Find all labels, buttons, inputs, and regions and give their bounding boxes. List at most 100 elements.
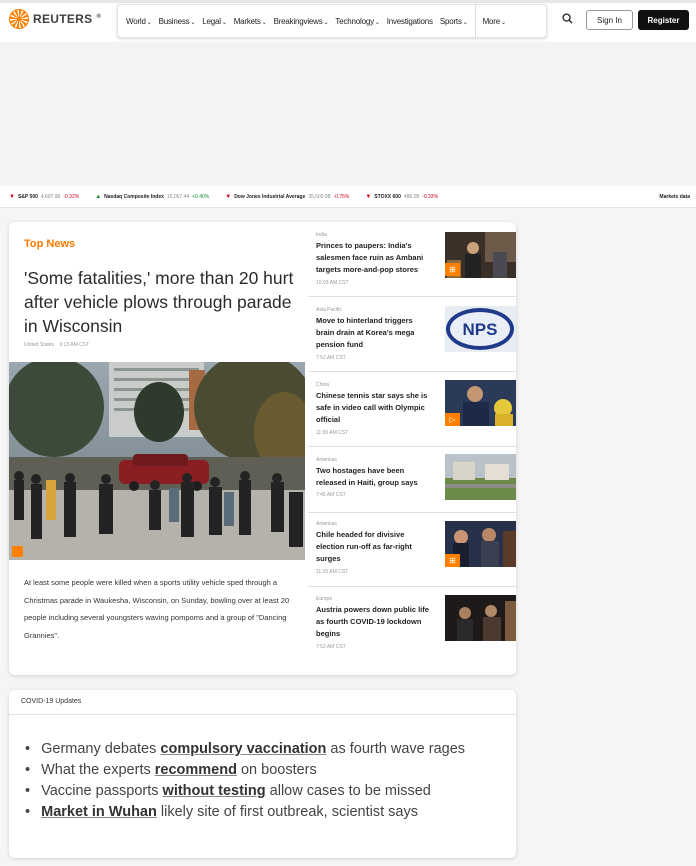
- ticker-item-stoxx600[interactable]: ▼ STOXX 600 486.08 -0.33%: [365, 194, 438, 200]
- item-text: likely site of first outbreak, scientist…: [156, 804, 418, 820]
- ticker-name: Dow Jones Industrial Average: [234, 193, 306, 200]
- item-text: allow cases to be missed: [265, 783, 431, 799]
- item-link[interactable]: without testing: [163, 783, 266, 799]
- nav-label: Sports: [439, 16, 462, 26]
- lead-photo[interactable]: [9, 362, 305, 560]
- nav-item-technology[interactable]: Technology⌄: [335, 16, 380, 26]
- story-headline[interactable]: Princes to paupers: India's salesmen fac…: [316, 240, 432, 276]
- markets-data-link[interactable]: Markets data: [659, 194, 690, 200]
- gallery-badge-icon: [12, 546, 23, 557]
- nav-label: Technology: [335, 16, 374, 26]
- ticker-value: 486.08: [403, 193, 420, 200]
- list-item[interactable]: China Chinese tennis star says she is sa…: [308, 372, 516, 447]
- story-headline[interactable]: Austria powers down public life as fourt…: [316, 604, 432, 640]
- item-text: as fourth wave rages: [326, 741, 466, 757]
- nav-label: Business: [158, 16, 190, 26]
- story-category[interactable]: Asia Pacific: [316, 307, 342, 313]
- story-headline[interactable]: Move to hinterland triggers brain drain …: [316, 315, 432, 351]
- story-thumbnail[interactable]: NPS: [445, 306, 516, 352]
- chevron-down-icon: ⌄: [221, 19, 227, 26]
- item-text: Vaccine passports: [41, 783, 163, 799]
- arrow-down-icon: ▼: [9, 193, 15, 200]
- list-item[interactable]: Americas Chile headed for divisive elect…: [308, 513, 516, 587]
- ticker-item-nasdaq[interactable]: ▲ Nasdaq Composite Index 16,057.44 +0.40…: [95, 194, 209, 200]
- lead-story[interactable]: Top News 'Some fatalities,' more than 20…: [9, 222, 305, 675]
- story-thumbnail[interactable]: [445, 595, 516, 641]
- ticker-change: +0.40%: [192, 193, 210, 200]
- top-header: REUTERS ® World⌄ Business⌄ Legal⌄ Markets…: [0, 0, 696, 42]
- list-item[interactable]: India Princes to paupers: India's salesm…: [308, 222, 516, 297]
- list-item[interactable]: Americas Two hostages have been released…: [308, 447, 516, 513]
- sign-in-button[interactable]: Sign In: [586, 10, 633, 30]
- story-headline[interactable]: Chile headed for divisive election run-o…: [316, 529, 432, 565]
- story-category[interactable]: Americas: [316, 521, 337, 527]
- divider: [9, 714, 516, 715]
- nav-item-sports[interactable]: Sports⌄: [440, 17, 468, 26]
- list-item: What the experts recommend on boosters: [25, 760, 465, 781]
- top-news-card: Top News 'Some fatalities,' more than 20…: [9, 222, 516, 675]
- nav-item-more[interactable]: More⌄: [483, 17, 506, 26]
- chevron-down-icon: ⌄: [374, 19, 380, 26]
- ticker-item-dow[interactable]: ▼ Dow Jones Industrial Average 35,602.98…: [225, 194, 349, 200]
- list-item: Vaccine passports without testing allow …: [25, 781, 465, 802]
- item-text: Germany debates: [41, 741, 161, 757]
- ticker-name: S&P 500: [17, 193, 38, 200]
- ticker-change: -0.32%: [63, 193, 80, 200]
- ticker-item-sp500[interactable]: ▼ S&P 500 4,697.96 -0.32%: [9, 194, 79, 200]
- chevron-down-icon: ⌄: [261, 19, 267, 26]
- list-item[interactable]: Europe Austria powers down public life a…: [308, 587, 516, 675]
- story-category[interactable]: China: [316, 382, 329, 388]
- ticker-value: 16,057.44: [166, 193, 190, 200]
- reuters-logo[interactable]: REUTERS ®: [9, 9, 101, 29]
- story-headline[interactable]: Two hostages have been released in Haiti…: [316, 465, 432, 489]
- item-text: What the experts: [41, 762, 155, 778]
- nav-label: Legal: [202, 16, 221, 26]
- ticker-name: STOXX 600: [374, 193, 401, 200]
- lead-location: United States: [24, 342, 55, 348]
- nav-item-business[interactable]: Business⌄: [159, 17, 196, 26]
- story-time: 7:52 AM CST: [316, 644, 346, 650]
- ticker-value: 35,602.98: [308, 193, 331, 200]
- nav-label: More: [482, 16, 501, 26]
- arrow-down-icon: ▼: [365, 193, 372, 200]
- nav-item-legal[interactable]: Legal⌄: [202, 16, 227, 26]
- register-button[interactable]: Register: [638, 10, 689, 30]
- lead-summary: At least some people were killed when a …: [24, 578, 290, 640]
- story-time: 10:03 AM CST: [316, 280, 349, 286]
- trademark-mark: ®: [96, 14, 102, 20]
- story-category[interactable]: Europe: [316, 596, 332, 602]
- lead-headline[interactable]: 'Some fatalities,' more than 20 hurt aft…: [24, 266, 300, 338]
- arrow-down-icon: ▼: [225, 193, 232, 200]
- item-link[interactable]: compulsory vaccination: [160, 741, 326, 757]
- nav-label: World: [126, 16, 146, 26]
- story-category[interactable]: Americas: [316, 457, 337, 463]
- ticker-change: -0.33%: [422, 193, 439, 200]
- item-link[interactable]: Market in Wuhan: [41, 804, 157, 820]
- lead-meta: United States 9:13 AM CST: [24, 342, 89, 348]
- story-headline[interactable]: Chinese tennis star says she is safe in …: [316, 390, 432, 426]
- nav-item-world[interactable]: World⌄: [126, 17, 152, 26]
- nav-item-investigations[interactable]: Investigations: [387, 17, 433, 26]
- nav-label: Breakingviews: [273, 16, 323, 26]
- list-item[interactable]: Asia Pacific Move to hinterland triggers…: [308, 297, 516, 372]
- section-title[interactable]: Top News: [24, 238, 75, 250]
- search-icon[interactable]: [562, 13, 573, 24]
- main-nav: World⌄ Business⌄ Legal⌄ Markets⌄ Breakin…: [117, 4, 547, 38]
- svg-text:NPS: NPS: [463, 320, 498, 339]
- covid-section-title[interactable]: COVID-19 Updates: [21, 698, 81, 705]
- story-time: 7:52 AM CST: [316, 355, 346, 361]
- gallery-badge-icon: ⊞: [445, 554, 460, 567]
- nav-divider: [474, 4, 476, 38]
- nav-item-markets[interactable]: Markets⌄: [234, 17, 267, 26]
- list-item: Market in Wuhan likely site of first out…: [25, 802, 465, 823]
- video-play-icon: ▷: [445, 413, 460, 426]
- story-time: 7:45 AM CST: [316, 492, 346, 498]
- story-thumbnail[interactable]: [445, 454, 516, 500]
- chevron-down-icon: ⌄: [323, 19, 329, 26]
- chevron-down-icon: ⌄: [501, 19, 506, 26]
- story-category[interactable]: India: [316, 232, 327, 238]
- nav-item-breakingviews[interactable]: Breakingviews⌄: [274, 17, 329, 26]
- logo-text: REUTERS: [33, 12, 93, 26]
- item-link[interactable]: recommend: [155, 762, 237, 778]
- covid-update-list: Germany debates compulsory vaccination a…: [25, 739, 465, 823]
